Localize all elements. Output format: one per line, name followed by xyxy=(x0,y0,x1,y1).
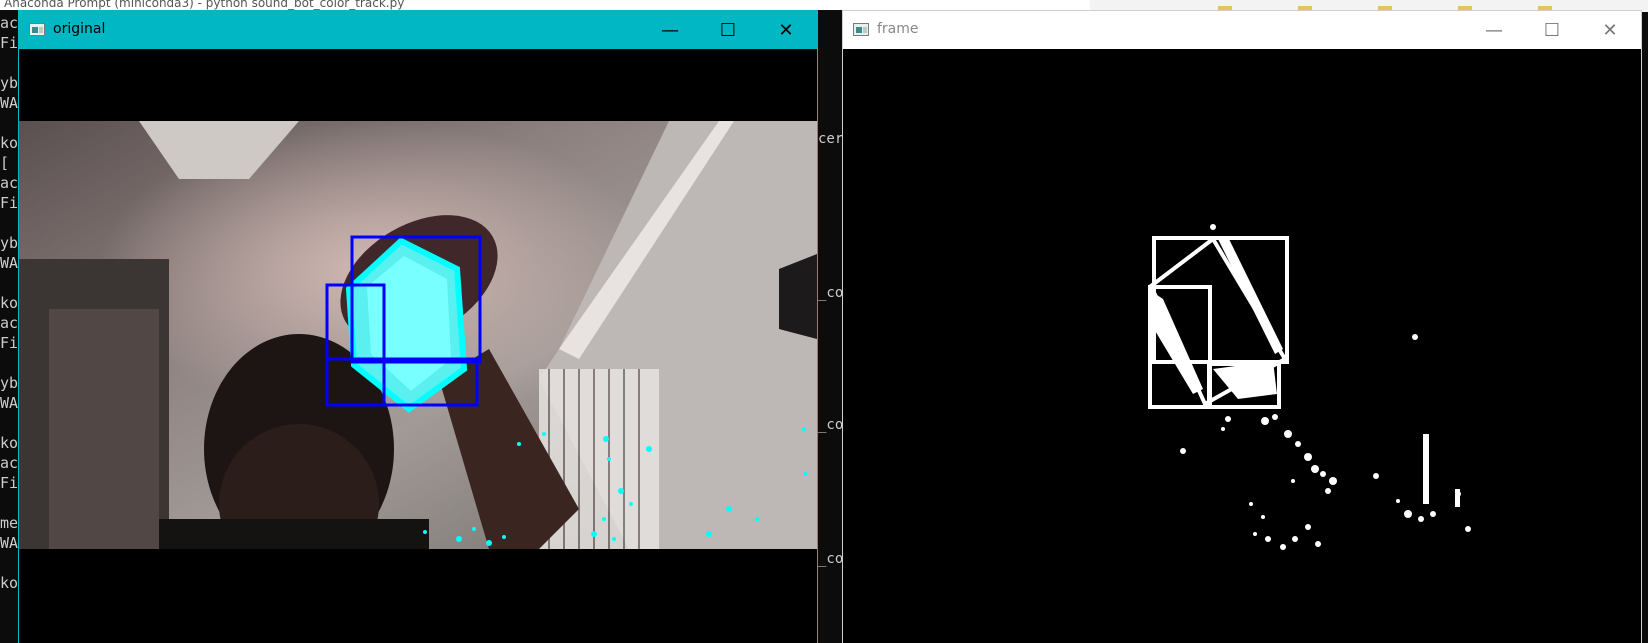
console-line: ac xyxy=(0,14,18,32)
minimize-button[interactable]: — xyxy=(641,11,699,49)
console-line: me xyxy=(0,514,18,532)
console-line: ko xyxy=(0,294,18,312)
console-line: ko xyxy=(0,134,18,152)
original-video-frame xyxy=(19,49,817,643)
console-line: [ xyxy=(0,154,10,172)
original-window: original — ☐ ✕ xyxy=(18,10,818,643)
window-title: frame xyxy=(877,21,919,37)
console-title: Anaconda Prompt (miniconda3) - python so… xyxy=(4,0,405,10)
console-line: Fi xyxy=(0,194,18,212)
original-titlebar[interactable]: original — ☐ ✕ xyxy=(19,11,817,49)
minimize-button[interactable]: — xyxy=(1465,11,1523,49)
console-titlebar: Anaconda Prompt (miniconda3) - python so… xyxy=(0,0,1090,10)
console-line: yb xyxy=(0,74,18,92)
console-line: WA xyxy=(0,534,18,552)
close-button[interactable]: ✕ xyxy=(757,11,815,49)
frame-window: frame — ☐ ✕ xyxy=(842,10,1642,643)
mask-image xyxy=(843,49,1641,643)
console-line: yb xyxy=(0,374,18,392)
console-line: ac xyxy=(0,454,18,472)
console-line: Fi xyxy=(0,34,18,52)
console-line: yb xyxy=(0,234,18,252)
console-fragment: _co xyxy=(818,417,844,433)
console-line: ko xyxy=(0,434,18,452)
console-fragment: cer xyxy=(818,131,844,147)
window-title: original xyxy=(53,21,106,37)
window-app-icon xyxy=(853,23,869,36)
console-line: ko xyxy=(0,574,18,592)
console-line: ac xyxy=(0,314,18,332)
console-fragment: _co xyxy=(818,285,844,301)
maximize-button[interactable]: ☐ xyxy=(1523,11,1581,49)
close-button[interactable]: ✕ xyxy=(1581,11,1639,49)
console-line: WA xyxy=(0,254,18,272)
console-line: WA xyxy=(0,94,18,112)
console-output: ac Fi yb WA ko [ ac Fi yb WA ko ac Fi yb WA ko ac Fi me WA k… xyxy=(0,14,18,594)
console-line: WA xyxy=(0,394,18,412)
webcam-image xyxy=(19,49,817,643)
window-app-icon xyxy=(29,23,45,36)
console-line: Fi xyxy=(0,474,18,492)
mask-frame xyxy=(843,49,1641,643)
maximize-button[interactable]: ☐ xyxy=(699,11,757,49)
console-fragment: _co xyxy=(818,551,844,567)
console-line: ac xyxy=(0,174,18,192)
frame-titlebar[interactable]: frame — ☐ ✕ xyxy=(843,11,1641,49)
console-line: Fi xyxy=(0,334,18,352)
